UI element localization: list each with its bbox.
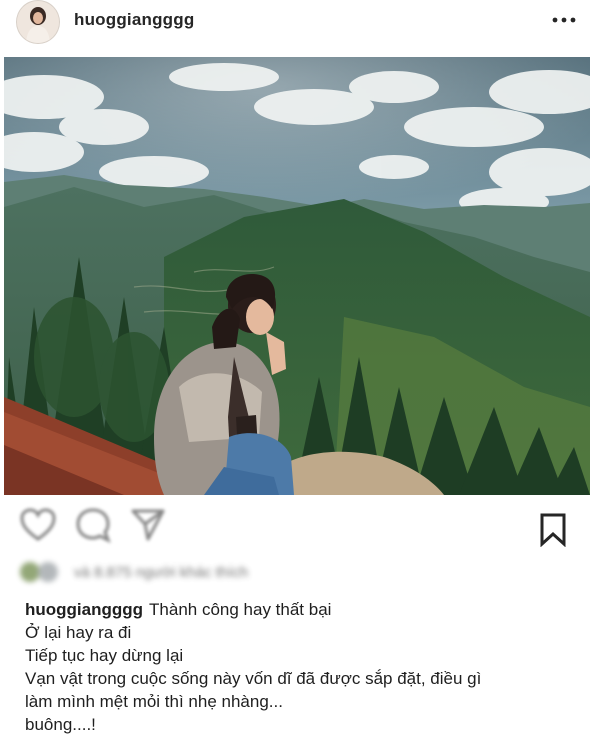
bookmark-icon [540, 513, 566, 548]
likes-text: và 8.875 người khác thích [74, 563, 249, 581]
caption-username[interactable]: huoggiangggg [25, 600, 143, 619]
post-caption: huoggiangggg Thành công hay thất bại Ở lạ… [25, 598, 585, 736]
liker-avatars [20, 560, 64, 584]
caption-line-5: làm mình mệt mỏi thì nhẹ nhàng... [25, 692, 283, 711]
more-options-button[interactable] [546, 8, 582, 32]
likes-summary[interactable]: và 8.875 người khác thích [20, 558, 460, 586]
avatar-photo [17, 1, 59, 43]
share-icon [131, 509, 165, 541]
mountain-landscape-image [4, 57, 590, 495]
instagram-post: huoggiangggg và 8.875 người khác thích h… [0, 0, 600, 750]
more-horizontal-icon [552, 17, 576, 23]
caption-line-4: Vạn vật trong cuộc sống này vốn dĩ đã đư… [25, 669, 482, 688]
post-header: huoggiangggg [0, 0, 600, 50]
like-button[interactable] [18, 505, 58, 545]
caption-line-1: huoggiangggg Thành công hay thất bại [25, 598, 585, 621]
comment-button[interactable] [73, 505, 113, 545]
comment-icon [76, 508, 111, 543]
caption-line-3: Tiếp tục hay dừng lại [25, 646, 184, 665]
share-button[interactable] [128, 505, 168, 545]
post-photo[interactable] [4, 57, 590, 495]
avatar[interactable] [17, 1, 59, 43]
bookmark-button[interactable] [538, 513, 568, 548]
caption-line-6: buông....! [25, 715, 96, 734]
post-username[interactable]: huoggiangggg [74, 10, 194, 30]
caption-text-1: Thành công hay thất bại [149, 600, 332, 619]
post-actions [0, 505, 600, 549]
heart-icon [20, 508, 56, 541]
caption-line-2: Ở lại hay ra đi [25, 623, 132, 642]
